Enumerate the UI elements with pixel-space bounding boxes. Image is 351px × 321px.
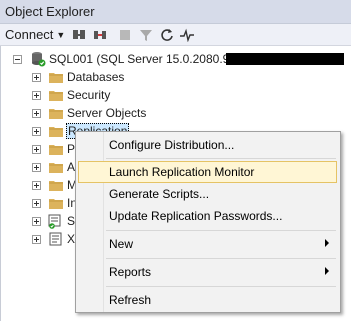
menu-item-launch-replication-monitor[interactable]: Launch Replication Monitor (78, 161, 337, 183)
folder-icon (49, 199, 63, 209)
refresh-icon[interactable] (160, 28, 174, 42)
folder-icon (49, 127, 63, 137)
folder-icon (49, 109, 63, 119)
expand-icon[interactable] (32, 127, 41, 136)
folder-icon (49, 91, 63, 101)
menu-item-refresh[interactable]: Refresh (78, 289, 337, 311)
connect-dropdown-icon[interactable]: ▼ (56, 30, 65, 40)
xevent-profiler-icon (49, 232, 62, 246)
menu-item-update-replication-passwords[interactable]: Update Replication Passwords... (78, 205, 337, 227)
server-label: SQL001 (SQL Server 15.0.2080.9 - (49, 52, 237, 66)
tree-node-label: Server Objects (67, 106, 147, 120)
submenu-arrow-icon (325, 239, 329, 247)
menu-item-label: Refresh (109, 293, 152, 307)
menu-item-label: Reports (109, 265, 152, 279)
toolbar: Connect ▼ (0, 24, 351, 46)
connect-button[interactable]: Connect ▼ (5, 27, 65, 42)
tree-node-server-objects[interactable]: Server Objects (1, 104, 351, 122)
menu-item-label: Generate Scripts... (109, 187, 210, 201)
expand-icon[interactable] (32, 145, 41, 154)
filter-icon[interactable] (139, 28, 153, 42)
sql-agent-icon (48, 214, 61, 229)
redacted-text (226, 53, 344, 65)
expand-icon[interactable] (32, 199, 41, 208)
submenu-arrow-icon (325, 267, 329, 275)
expand-icon[interactable] (32, 181, 41, 190)
folder-icon (49, 145, 63, 155)
menu-item-new[interactable]: New (78, 233, 337, 255)
tree-node-label: Security (67, 88, 111, 102)
menu-separator (106, 258, 336, 259)
expand-icon[interactable] (32, 73, 41, 82)
menu-item-label: Launch Replication Monitor (109, 165, 255, 179)
menu-item-label: New (109, 237, 134, 251)
context-menu: Configure Distribution... Launch Replica… (75, 131, 341, 313)
expand-icon[interactable] (32, 163, 41, 172)
tree-node-security[interactable]: Security (1, 86, 351, 104)
menu-item-label: Update Replication Passwords... (109, 209, 283, 223)
menu-separator (106, 286, 336, 287)
server-node[interactable]: SQL001 (SQL Server 15.0.2080.9 - (1, 50, 351, 68)
tree-node-databases[interactable]: Databases (1, 68, 351, 86)
menu-item-label: Configure Distribution... (109, 138, 235, 152)
folder-icon (49, 181, 63, 191)
disconnect-icon[interactable] (93, 28, 107, 42)
activity-monitor-icon[interactable] (180, 28, 194, 42)
folder-icon (49, 163, 63, 173)
menu-separator (106, 230, 336, 231)
tree-node-label: P (67, 142, 76, 156)
tree-node-label: A (67, 160, 76, 174)
stop-icon[interactable] (118, 28, 132, 42)
tree-node-label: Databases (67, 70, 125, 84)
collapse-icon[interactable] (13, 55, 22, 64)
folder-icon (49, 73, 63, 83)
expand-icon[interactable] (32, 235, 41, 244)
menu-separator (106, 158, 336, 159)
tree-node-label: X (67, 232, 76, 246)
menu-item-generate-scripts[interactable]: Generate Scripts... (78, 183, 337, 205)
connect-server-icon[interactable] (72, 28, 86, 42)
tree-node-label: S (67, 214, 76, 228)
expand-icon[interactable] (32, 91, 41, 100)
expand-icon[interactable] (32, 109, 41, 118)
menu-item-reports[interactable]: Reports (78, 261, 337, 283)
server-icon (32, 52, 46, 67)
expand-icon[interactable] (32, 217, 41, 226)
window-title: Object Explorer (0, 0, 351, 24)
menu-item-configure-distribution[interactable]: Configure Distribution... (78, 134, 337, 156)
connect-label: Connect (5, 27, 54, 42)
